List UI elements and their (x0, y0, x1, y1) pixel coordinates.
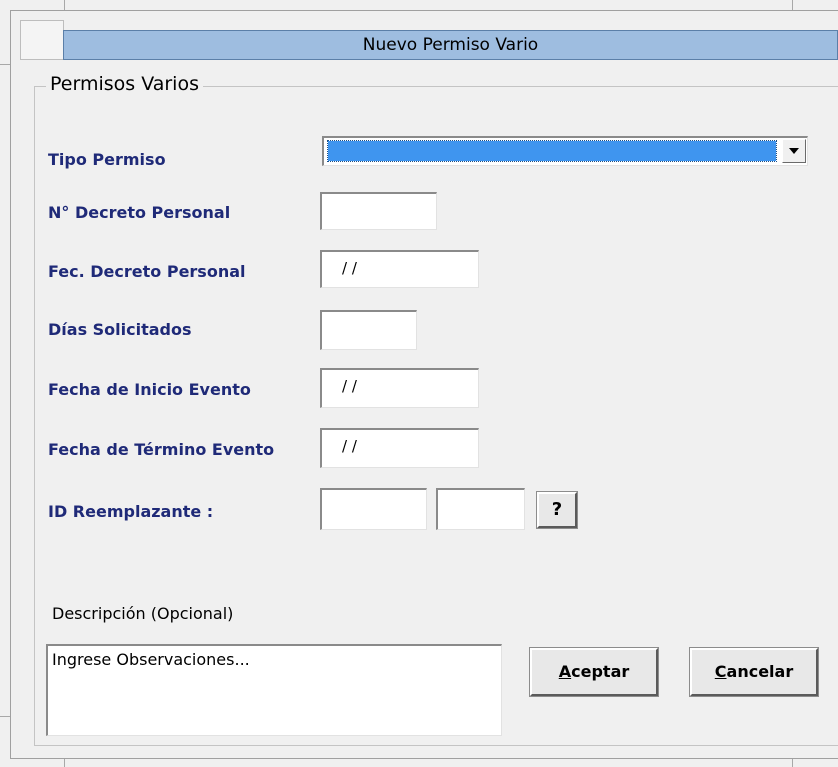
tipo-permiso-label: Tipo Permiso (48, 150, 166, 169)
fec-decreto-label: Fec. Decreto Personal (48, 262, 246, 281)
cancelar-button[interactable]: Cancelar (689, 647, 819, 697)
window-title: Nuevo Permiso Vario (63, 30, 838, 60)
descripcion-label: Descripción (Opcional) (52, 604, 234, 623)
id-reemplazante-input[interactable] (320, 488, 427, 530)
combo-dropdown-button[interactable] (782, 139, 806, 163)
cancelar-label: ancelar (726, 662, 794, 681)
dias-solicitados-input[interactable] (320, 310, 417, 350)
fecha-inicio-input[interactable]: / / (320, 368, 479, 408)
nro-decreto-label: N° Decreto Personal (48, 203, 231, 222)
descripcion-textarea[interactable]: Ingrese Observaciones... (46, 644, 502, 736)
lookup-button[interactable]: ? (536, 491, 578, 529)
chevron-down-icon (789, 148, 799, 154)
fecha-termino-input[interactable]: / / (320, 428, 479, 468)
fecha-termino-label: Fecha de Término Evento (48, 440, 275, 459)
aceptar-button[interactable]: Aceptar (529, 647, 659, 697)
nro-decreto-input[interactable] (320, 192, 437, 230)
tipo-permiso-selected-value (327, 140, 777, 162)
group-legend: Permisos Varios (46, 70, 203, 98)
fec-decreto-input[interactable]: / / (320, 250, 479, 288)
window-corner-box (20, 20, 64, 60)
fecha-inicio-label: Fecha de Inicio Evento (48, 380, 251, 399)
tipo-permiso-select[interactable] (322, 136, 808, 166)
id-reemplazante-label: ID Reemplazante : (48, 502, 214, 521)
aceptar-hotkey: A (558, 662, 572, 681)
dias-solicitados-label: Días Solicitados (48, 320, 192, 339)
cancelar-hotkey: C (714, 662, 727, 681)
aceptar-label: ceptar (571, 662, 630, 681)
id-reemplazante-dv-input[interactable] (436, 488, 525, 530)
